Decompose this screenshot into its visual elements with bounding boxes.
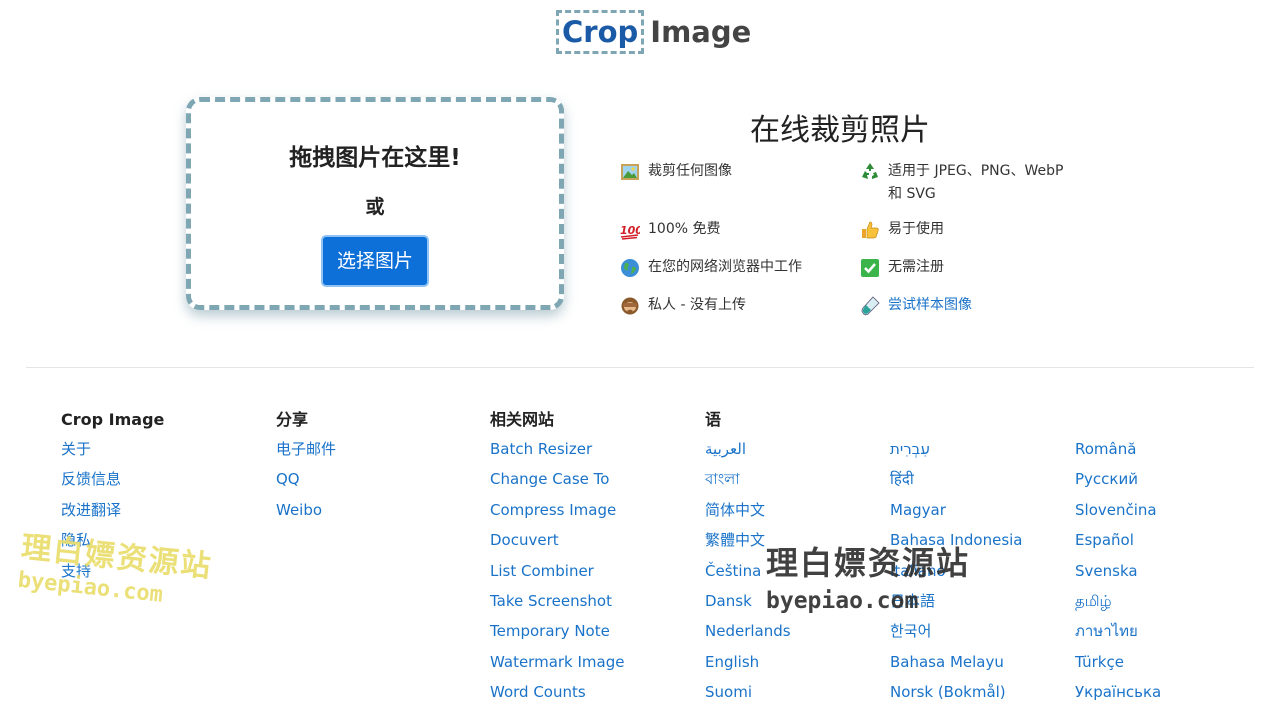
globe-icon <box>620 258 640 278</box>
footer-col-languages-3: Română Русский Slovenčina Español Svensk… <box>1075 437 1161 711</box>
language-link[interactable]: Norsk (Bokmål) <box>890 683 1006 701</box>
footer-link-privacy[interactable]: 隐私 <box>61 531 91 549</box>
feature-crop-any: 裁剪任何图像 <box>620 160 732 183</box>
feature-text: 无需注册 <box>888 259 944 275</box>
related-site-link[interactable]: Watermark Image <box>490 653 624 671</box>
drop-zone-or: 或 <box>365 196 385 218</box>
footer-col-languages: 语 العربية বাংলা 简体中文 繁體中文 Čeština Dansk … <box>705 408 791 711</box>
related-site-link[interactable]: Compress Image <box>490 501 616 519</box>
language-link[interactable]: Suomi <box>705 683 752 701</box>
share-email-link[interactable]: 电子邮件 <box>276 440 336 458</box>
feature-text: 在您的网络浏览器中工作 <box>648 259 802 275</box>
language-link[interactable]: ภาษาไทย <box>1075 622 1138 640</box>
feature-text: 裁剪任何图像 <box>648 163 732 179</box>
language-link[interactable]: Magyar <box>890 501 946 519</box>
recycle-icon <box>860 162 880 182</box>
image-drop-zone[interactable]: 拖拽图片在这里! 或 选择图片 <box>186 97 564 310</box>
feature-formats: 适用于 JPEG、PNG、WebP 和 SVG <box>860 160 1078 206</box>
feature-no-signup: 无需注册 <box>860 256 944 279</box>
related-site-link[interactable]: Word Counts <box>490 683 586 701</box>
language-link[interactable]: Slovenčina <box>1075 501 1157 519</box>
footer-col-related-sites: 相关网站 Batch Resizer Change Case To Compre… <box>490 408 624 711</box>
related-site-link[interactable]: Change Case To <box>490 470 609 488</box>
language-link[interactable]: العربية <box>705 440 746 458</box>
footer-col-languages-2: עִבְרִית हिंदी Magyar Bahasa Indonesia I… <box>890 437 1023 711</box>
footer-link-support[interactable]: 支持 <box>61 562 91 580</box>
related-site-link[interactable]: Batch Resizer <box>490 440 592 458</box>
footer-link-translate[interactable]: 改进翻译 <box>61 501 121 519</box>
footer-link-feedback[interactable]: 反馈信息 <box>61 470 121 488</box>
feature-sample-link[interactable]: 尝试样本图像 <box>860 294 972 317</box>
section-divider <box>26 367 1254 368</box>
feature-free: 100 100% 免费 <box>620 218 720 241</box>
language-link[interactable]: Nederlands <box>705 622 791 640</box>
feature-text: 易于使用 <box>888 221 944 237</box>
check-icon <box>860 258 880 278</box>
related-site-link[interactable]: Docuvert <box>490 531 559 549</box>
monkey-icon <box>620 296 640 316</box>
language-link[interactable]: 简体中文 <box>705 501 765 519</box>
language-link[interactable]: Dansk <box>705 592 752 610</box>
hundred-icon: 100 <box>620 220 643 240</box>
language-link[interactable]: 繁體中文 <box>705 531 765 549</box>
picture-icon <box>620 162 640 182</box>
language-link[interactable]: English <box>705 653 759 671</box>
language-link[interactable]: Русский <box>1075 470 1138 488</box>
logo-image-text: Image <box>650 15 752 49</box>
choose-image-button[interactable]: 选择图片 <box>320 235 429 287</box>
test-tube-icon <box>860 296 880 316</box>
footer-link-about[interactable]: 关于 <box>61 440 91 458</box>
footer-heading: 语 <box>705 410 722 429</box>
thumbs-up-icon <box>860 220 880 240</box>
feature-text: 适用于 JPEG、PNG、WebP 和 SVG <box>888 163 1064 202</box>
share-weibo-link[interactable]: Weibo <box>276 501 322 519</box>
language-link[interactable]: Bahasa Indonesia <box>890 531 1023 549</box>
language-link[interactable]: Español <box>1075 531 1134 549</box>
logo-crop-text: Crop <box>556 10 645 54</box>
feature-browser: 在您的网络浏览器中工作 <box>620 256 802 279</box>
try-sample-images-link[interactable]: 尝试样本图像 <box>888 294 972 317</box>
logo[interactable]: Crop Image <box>556 10 751 54</box>
language-link[interactable]: 한국어 <box>890 622 931 640</box>
language-link[interactable]: বাংলা <box>705 470 740 488</box>
language-link[interactable]: Română <box>1075 440 1136 458</box>
language-link[interactable]: Bahasa Melayu <box>890 653 1004 671</box>
language-link[interactable]: Italiano <box>890 562 946 580</box>
feature-text: 100% 免费 <box>648 221 721 237</box>
related-site-link[interactable]: Take Screenshot <box>490 592 612 610</box>
language-link[interactable]: தமிழ் <box>1075 592 1112 610</box>
language-link[interactable]: Українська <box>1075 683 1161 701</box>
language-link[interactable]: עִבְרִית <box>890 440 930 458</box>
features-title: 在线裁剪照片 <box>750 113 930 148</box>
footer-heading: 相关网站 <box>490 410 555 429</box>
language-link[interactable]: Čeština <box>705 562 761 580</box>
language-link[interactable]: Türkçe <box>1075 653 1124 671</box>
related-site-link[interactable]: List Combiner <box>490 562 594 580</box>
drop-zone-title: 拖拽图片在这里! <box>289 145 461 171</box>
language-link[interactable]: हिंदी <box>890 470 914 488</box>
language-link[interactable]: Svenska <box>1075 562 1138 580</box>
related-site-link[interactable]: Temporary Note <box>490 622 610 640</box>
share-qq-link[interactable]: QQ <box>276 470 300 488</box>
footer-heading: Crop Image <box>61 410 165 429</box>
footer-col-crop-image: Crop Image 关于 反馈信息 改进翻译 隐私 支持 <box>61 408 164 589</box>
feature-private: 私人 - 没有上传 <box>620 294 746 317</box>
feature-easy: 易于使用 <box>860 218 944 241</box>
footer-col-share: 分享 电子邮件 QQ Weibo <box>276 408 336 528</box>
footer-heading: 分享 <box>276 410 309 429</box>
language-link[interactable]: 日本語 <box>890 592 935 610</box>
feature-text: 私人 - 没有上传 <box>648 297 746 313</box>
